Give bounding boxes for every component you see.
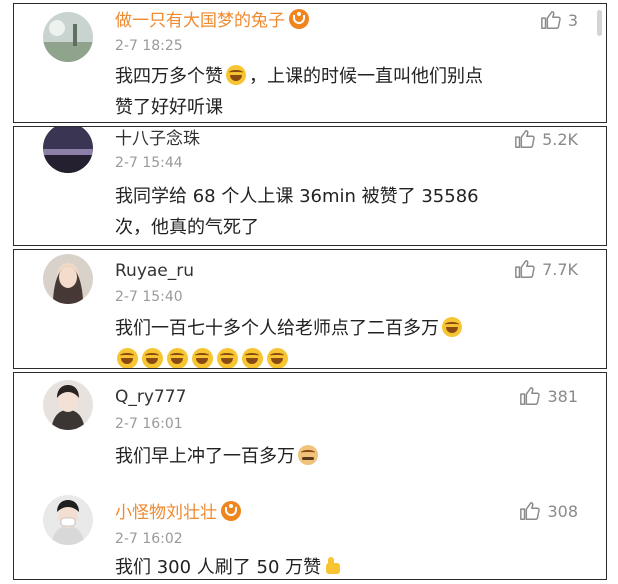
laughing-crying-emoji xyxy=(226,65,246,85)
comment-panel-4: Q_ry777 381 2-7 16:01 我们早上冲了一百多万 小怪物刘壮壮 … xyxy=(13,372,607,580)
timestamp: 2-7 16:02 xyxy=(115,531,183,547)
like-count: 5.2K xyxy=(542,129,578,149)
comment-panel-3: Ruyae_ru 7.7K 2-7 15:40 我们一百七十多个人给老师点了二百… xyxy=(13,249,607,369)
doge-emoji xyxy=(298,445,318,465)
timestamp: 2-7 15:44 xyxy=(115,155,183,171)
timestamp: 2-7 16:01 xyxy=(115,416,183,432)
avatar[interactable] xyxy=(43,254,93,304)
comment-panel-1: 做一只有大国梦的兔子 3 2-7 18:25 我四万多个赞 ，上课的时候一直叫他们… xyxy=(13,3,607,123)
username[interactable]: 小怪物刘壮壮 xyxy=(115,501,241,524)
like-button[interactable]: 308 xyxy=(519,500,578,522)
username[interactable]: 十八子念珠 xyxy=(115,128,200,150)
username[interactable]: Q_ry777 xyxy=(115,386,186,408)
comment-text: 我们 300 人刷了 50 万赞 xyxy=(115,552,586,579)
avatar[interactable] xyxy=(43,12,93,62)
laughing-crying-emoji xyxy=(142,348,163,368)
laughing-crying-emoji xyxy=(117,348,138,368)
vip-badge-icon xyxy=(221,501,241,521)
username[interactable]: Ruyae_ru xyxy=(115,260,194,282)
laughing-crying-emoji xyxy=(442,317,462,337)
scrollbar[interactable] xyxy=(597,10,602,36)
like-count: 3 xyxy=(567,10,578,30)
avatar[interactable] xyxy=(43,380,93,430)
like-button[interactable]: 381 xyxy=(519,385,578,407)
thumbs-up-emoji xyxy=(324,556,344,576)
like-count: 7.7K xyxy=(542,259,578,279)
like-count: 308 xyxy=(547,501,578,521)
thumbs-up-icon xyxy=(515,130,535,148)
comment-panel-2: 十八子念珠 5.2K 2-7 15:44 我同学给 68 个人上课 36min … xyxy=(13,126,607,246)
comment-text: 我们一百七十多个人给老师点了二百多万 xyxy=(115,313,586,344)
comment-text: 我四万多个赞 ，上课的时候一直叫他们别点 赞了好好听课 xyxy=(115,65,483,118)
like-button[interactable]: 5.2K xyxy=(514,128,578,150)
like-count: 381 xyxy=(547,386,578,406)
avatar[interactable] xyxy=(43,495,93,545)
comment-text: 我们早上冲了一百多万 xyxy=(115,441,586,472)
laughing-crying-emoji xyxy=(167,348,188,368)
thumbs-up-icon xyxy=(520,502,541,520)
vip-badge-icon xyxy=(289,9,309,29)
laughing-crying-emoji xyxy=(217,348,238,368)
avatar[interactable] xyxy=(43,127,93,173)
username[interactable]: 做一只有大国梦的兔子 xyxy=(115,9,309,32)
like-button[interactable]: 7.7K xyxy=(514,258,578,280)
thumbs-up-icon xyxy=(515,260,535,278)
emoji-row xyxy=(115,348,290,368)
laughing-crying-emoji xyxy=(242,348,263,368)
laughing-crying-emoji xyxy=(192,348,213,368)
timestamp: 2-7 18:25 xyxy=(115,38,183,54)
thumbs-up-icon xyxy=(540,11,561,29)
like-button[interactable]: 3 xyxy=(540,9,578,31)
comment-text: 我同学给 68 个人上课 36min 被赞了 35586 次，他真的气死了 xyxy=(115,186,479,238)
thumbs-up-icon xyxy=(520,387,541,405)
timestamp: 2-7 15:40 xyxy=(115,289,183,305)
laughing-crying-emoji xyxy=(267,348,288,368)
